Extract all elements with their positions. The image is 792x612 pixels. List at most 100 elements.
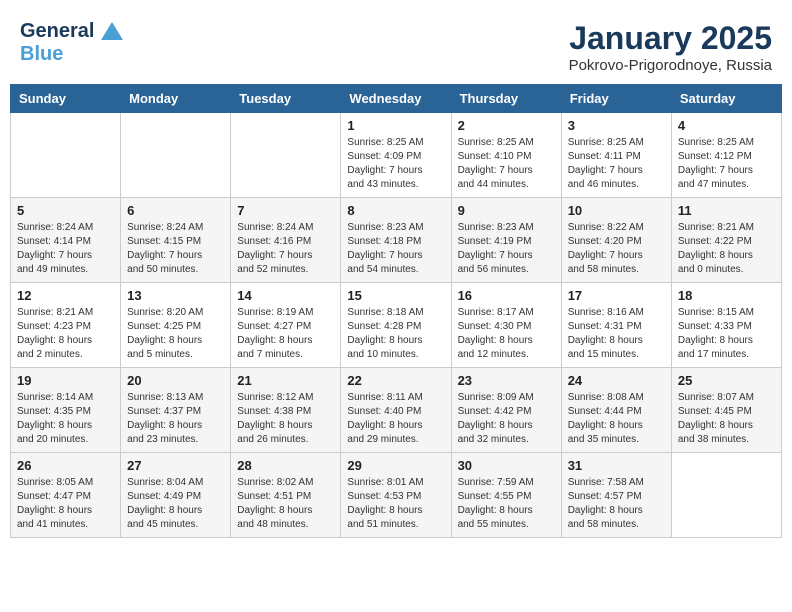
calendar-cell: 25 Sunrise: 8:07 AMSunset: 4:45 PMDayligh… [671,368,781,453]
calendar-cell: 13Sunrise: 8:20 AMSunset: 4:25 PMDayligh… [121,283,231,368]
day-number: 10 [568,203,665,218]
day-info: Sunrise: 8:25 AMSunset: 4:09 PMDaylight:… [347,136,444,192]
calendar-header-row: SundayMondayTuesdayWednesdayThursdayFrid… [11,85,782,113]
calendar-cell: 18 Sunrise: 8:15 AMSunset: 4:33 PMDayligh… [671,283,781,368]
day-info: Sunrise: 8:15 AMSunset: 4:33 PMDaylight:… [678,306,775,362]
day-number: 28 [237,458,334,473]
calendar-cell: 16 Sunrise: 8:17 AMSunset: 4:30 PMDayligh… [451,283,561,368]
day-info: Sunrise: 8:16 AMSunset: 4:31 PMDaylight:… [568,306,665,362]
calendar-cell: 21 Sunrise: 8:12 AMSunset: 4:38 PMDayligh… [231,368,341,453]
day-number: 26 [17,458,114,473]
day-number: 11 [678,203,775,218]
calendar-cell: 15Sunrise: 8:18 AMSunset: 4:28 PMDayligh… [341,283,451,368]
calendar-cell: 1 Sunrise: 8:25 AMSunset: 4:09 PMDaylight… [341,113,451,198]
page-header: General Blue January 2025 Pokrovo-Prigor… [10,10,782,79]
day-number: 15 [347,288,444,303]
day-number: 22 [347,373,444,388]
day-info: Sunrise: 8:07 AMSunset: 4:45 PMDaylight:… [678,391,775,447]
day-number: 13 [127,288,224,303]
day-info: Sunrise: 8:21 AMSunset: 4:22 PMDaylight:… [678,221,775,277]
day-number: 20 [127,373,224,388]
calendar-week-row: 19 Sunrise: 8:14 AMSunset: 4:35 PMDayligh… [11,368,782,453]
day-number: 18 [678,288,775,303]
day-info: Sunrise: 8:14 AMSunset: 4:35 PMDaylight:… [17,391,114,447]
day-info: Sunrise: 8:08 AMSunset: 4:44 PMDaylight:… [568,391,665,447]
calendar-cell: 29 Sunrise: 8:01 AMSunset: 4:53 PMDayligh… [341,453,451,538]
calendar-cell: 19 Sunrise: 8:14 AMSunset: 4:35 PMDayligh… [11,368,121,453]
day-info: Sunrise: 8:25 AMSunset: 4:12 PMDaylight:… [678,136,775,192]
day-info: Sunrise: 8:04 AMSunset: 4:49 PMDaylight:… [127,476,224,532]
calendar-cell [671,453,781,538]
day-info: Sunrise: 7:59 AMSunset: 4:55 PMDaylight:… [458,476,555,532]
calendar-cell: 12 Sunrise: 8:21 AMSunset: 4:23 PMDayligh… [11,283,121,368]
day-of-week-header: Tuesday [231,85,341,113]
day-number: 2 [458,118,555,133]
calendar-cell: 30 Sunrise: 7:59 AMSunset: 4:55 PMDayligh… [451,453,561,538]
day-number: 30 [458,458,555,473]
day-info: Sunrise: 8:01 AMSunset: 4:53 PMDaylight:… [347,476,444,532]
calendar-cell: 3Sunrise: 8:25 AMSunset: 4:11 PMDaylight… [561,113,671,198]
day-info: Sunrise: 8:05 AMSunset: 4:47 PMDaylight:… [17,476,114,532]
calendar-cell [11,113,121,198]
day-info: Sunrise: 8:12 AMSunset: 4:38 PMDaylight:… [237,391,334,447]
day-of-week-header: Saturday [671,85,781,113]
logo-icon [101,22,123,42]
day-of-week-header: Sunday [11,85,121,113]
day-number: 12 [17,288,114,303]
day-number: 17 [568,288,665,303]
title-block: January 2025 Pokrovo-Prigorodnoye, Russi… [569,20,772,74]
day-of-week-header: Wednesday [341,85,451,113]
calendar-cell: 5 Sunrise: 8:24 AMSunset: 4:14 PMDaylight… [11,198,121,283]
day-number: 5 [17,203,114,218]
calendar-cell: 11 Sunrise: 8:21 AMSunset: 4:22 PMDayligh… [671,198,781,283]
calendar-week-row: 26 Sunrise: 8:05 AMSunset: 4:47 PMDayligh… [11,453,782,538]
calendar-cell: 8Sunrise: 8:23 AMSunset: 4:18 PMDaylight… [341,198,451,283]
calendar-cell: 2 Sunrise: 8:25 AMSunset: 4:10 PMDaylight… [451,113,561,198]
calendar-cell [231,113,341,198]
day-number: 19 [17,373,114,388]
day-number: 1 [347,118,444,133]
calendar-table: SundayMondayTuesdayWednesdayThursdayFrid… [10,84,782,538]
day-info: Sunrise: 8:25 AMSunset: 4:10 PMDaylight:… [458,136,555,192]
month-title: January 2025 [569,20,772,57]
day-number: 6 [127,203,224,218]
calendar-cell: 31 Sunrise: 7:58 AMSunset: 4:57 PMDayligh… [561,453,671,538]
calendar-cell: 9Sunrise: 8:23 AMSunset: 4:19 PMDaylight… [451,198,561,283]
day-info: Sunrise: 8:24 AMSunset: 4:16 PMDaylight:… [237,221,334,277]
calendar-cell: 28Sunrise: 8:02 AMSunset: 4:51 PMDayligh… [231,453,341,538]
logo: General Blue [20,20,123,66]
day-number: 8 [347,203,444,218]
day-number: 24 [568,373,665,388]
day-info: Sunrise: 8:11 AMSunset: 4:40 PMDaylight:… [347,391,444,447]
calendar-cell: 6Sunrise: 8:24 AMSunset: 4:15 PMDaylight… [121,198,231,283]
day-number: 21 [237,373,334,388]
location: Pokrovo-Prigorodnoye, Russia [569,57,772,74]
day-info: Sunrise: 8:17 AMSunset: 4:30 PMDaylight:… [458,306,555,362]
day-number: 4 [678,118,775,133]
day-number: 23 [458,373,555,388]
calendar-cell: 22 Sunrise: 8:11 AMSunset: 4:40 PMDayligh… [341,368,451,453]
logo-blue: Blue [20,43,123,66]
calendar-cell: 4 Sunrise: 8:25 AMSunset: 4:12 PMDaylight… [671,113,781,198]
day-info: Sunrise: 7:58 AMSunset: 4:57 PMDaylight:… [568,476,665,532]
day-of-week-header: Thursday [451,85,561,113]
day-info: Sunrise: 8:13 AMSunset: 4:37 PMDaylight:… [127,391,224,447]
day-number: 31 [568,458,665,473]
day-number: 16 [458,288,555,303]
calendar-week-row: 1 Sunrise: 8:25 AMSunset: 4:09 PMDaylight… [11,113,782,198]
day-number: 3 [568,118,665,133]
calendar-cell: 27 Sunrise: 8:04 AMSunset: 4:49 PMDayligh… [121,453,231,538]
calendar-cell: 17 Sunrise: 8:16 AMSunset: 4:31 PMDayligh… [561,283,671,368]
calendar-cell: 24 Sunrise: 8:08 AMSunset: 4:44 PMDayligh… [561,368,671,453]
day-number: 27 [127,458,224,473]
day-info: Sunrise: 8:21 AMSunset: 4:23 PMDaylight:… [17,306,114,362]
calendar-cell: 10 Sunrise: 8:22 AMSunset: 4:20 PMDayligh… [561,198,671,283]
logo-general: General [20,20,94,42]
day-info: Sunrise: 8:22 AMSunset: 4:20 PMDaylight:… [568,221,665,277]
day-info: Sunrise: 8:24 AMSunset: 4:14 PMDaylight:… [17,221,114,277]
day-number: 29 [347,458,444,473]
day-info: Sunrise: 8:19 AMSunset: 4:27 PMDaylight:… [237,306,334,362]
day-number: 25 [678,373,775,388]
day-number: 9 [458,203,555,218]
calendar-cell: 23Sunrise: 8:09 AMSunset: 4:42 PMDayligh… [451,368,561,453]
